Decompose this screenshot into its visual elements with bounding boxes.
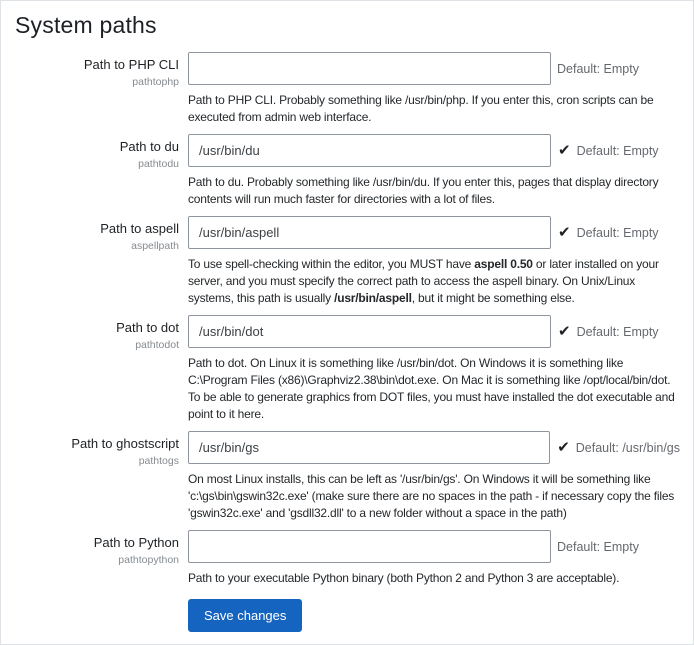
setting-description: Path to dot. On Linux it is something li… — [188, 355, 680, 423]
setting-content-col: ✔ Default: Empty To use spell-checking w… — [188, 216, 680, 307]
setting-label: Path to PHP CLI — [15, 57, 179, 73]
setting-content-col: ✔ Default: Empty Path to your executable… — [188, 530, 680, 587]
setting-name: pathtodot — [15, 339, 179, 351]
pathtophp-input[interactable] — [188, 52, 551, 85]
default-value: Default: /usr/bin/gs — [576, 441, 680, 455]
setting-description: Path to PHP CLI. Probably something like… — [188, 92, 680, 126]
check-icon: ✔ — [557, 440, 570, 455]
setting-label: Path to aspell — [15, 221, 179, 237]
input-line: ✔ Default: Empty — [188, 530, 680, 563]
setting-content-col: ✔ Default: /usr/bin/gs On most Linux ins… — [188, 431, 680, 522]
default-value: Default: Empty — [557, 540, 639, 554]
pathtogs-input[interactable] — [188, 431, 550, 464]
setting-label-col: Path to dot pathtodot — [15, 315, 179, 423]
aspellpath-input[interactable] — [188, 216, 551, 249]
pathtodot-input[interactable] — [188, 315, 551, 348]
default-value: Default: Empty — [577, 325, 659, 339]
input-line: ✔ Default: /usr/bin/gs — [188, 431, 680, 464]
settings-page: System paths Path to PHP CLI pathtophp ✔… — [0, 0, 694, 645]
setting-row-pathtophp: Path to PHP CLI pathtophp ✔ Default: Emp… — [15, 52, 680, 126]
save-row-content: Save changes — [188, 599, 680, 632]
setting-description: Path to du. Probably something like /usr… — [188, 174, 680, 208]
input-line: ✔ Default: Empty — [188, 216, 680, 249]
check-icon: ✔ — [558, 143, 571, 158]
input-line: ✔ Default: Empty — [188, 52, 680, 85]
save-row: Save changes — [15, 599, 680, 632]
setting-name: pathtodu — [15, 158, 179, 170]
input-line: ✔ Default: Empty — [188, 134, 680, 167]
setting-content-col: ✔ Default: Empty Path to du. Probably so… — [188, 134, 680, 208]
setting-description: Path to your executable Python binary (b… — [188, 570, 680, 587]
setting-row-pathtodu: Path to du pathtodu ✔ Default: Empty Pat… — [15, 134, 680, 208]
setting-description: On most Linux installs, this can be left… — [188, 471, 680, 522]
setting-label: Path to ghostscript — [15, 436, 179, 452]
setting-row-aspellpath: Path to aspell aspellpath ✔ Default: Emp… — [15, 216, 680, 307]
setting-name: pathtophp — [15, 76, 179, 88]
setting-label-col: Path to ghostscript pathtogs — [15, 431, 179, 522]
setting-name: pathtogs — [15, 455, 179, 467]
setting-row-pathtodot: Path to dot pathtodot ✔ Default: Empty P… — [15, 315, 680, 423]
default-value: Default: Empty — [577, 144, 659, 158]
setting-name: pathtopython — [15, 554, 179, 566]
setting-row-pathtogs: Path to ghostscript pathtogs ✔ Default: … — [15, 431, 680, 522]
check-icon: ✔ — [558, 324, 571, 339]
default-value: Default: Empty — [557, 62, 639, 76]
setting-description: To use spell-checking within the editor,… — [188, 256, 680, 307]
setting-label-col: Path to aspell aspellpath — [15, 216, 179, 307]
pathtopython-input[interactable] — [188, 530, 551, 563]
page-title: System paths — [15, 12, 680, 39]
setting-label-col: Path to du pathtodu — [15, 134, 179, 208]
setting-label-col: Path to Python pathtopython — [15, 530, 179, 587]
setting-row-pathtopython: Path to Python pathtopython ✔ Default: E… — [15, 530, 680, 587]
pathtodu-input[interactable] — [188, 134, 551, 167]
default-value: Default: Empty — [577, 226, 659, 240]
setting-label-col: Path to PHP CLI pathtophp — [15, 52, 179, 126]
setting-name: aspellpath — [15, 240, 179, 252]
check-icon: ✔ — [558, 225, 571, 240]
setting-content-col: ✔ Default: Empty Path to dot. On Linux i… — [188, 315, 680, 423]
setting-label: Path to dot — [15, 320, 179, 336]
save-row-spacer — [15, 599, 179, 632]
setting-label: Path to Python — [15, 535, 179, 551]
save-changes-button[interactable]: Save changes — [188, 599, 302, 632]
setting-content-col: ✔ Default: Empty Path to PHP CLI. Probab… — [188, 52, 680, 126]
setting-label: Path to du — [15, 139, 179, 155]
input-line: ✔ Default: Empty — [188, 315, 680, 348]
